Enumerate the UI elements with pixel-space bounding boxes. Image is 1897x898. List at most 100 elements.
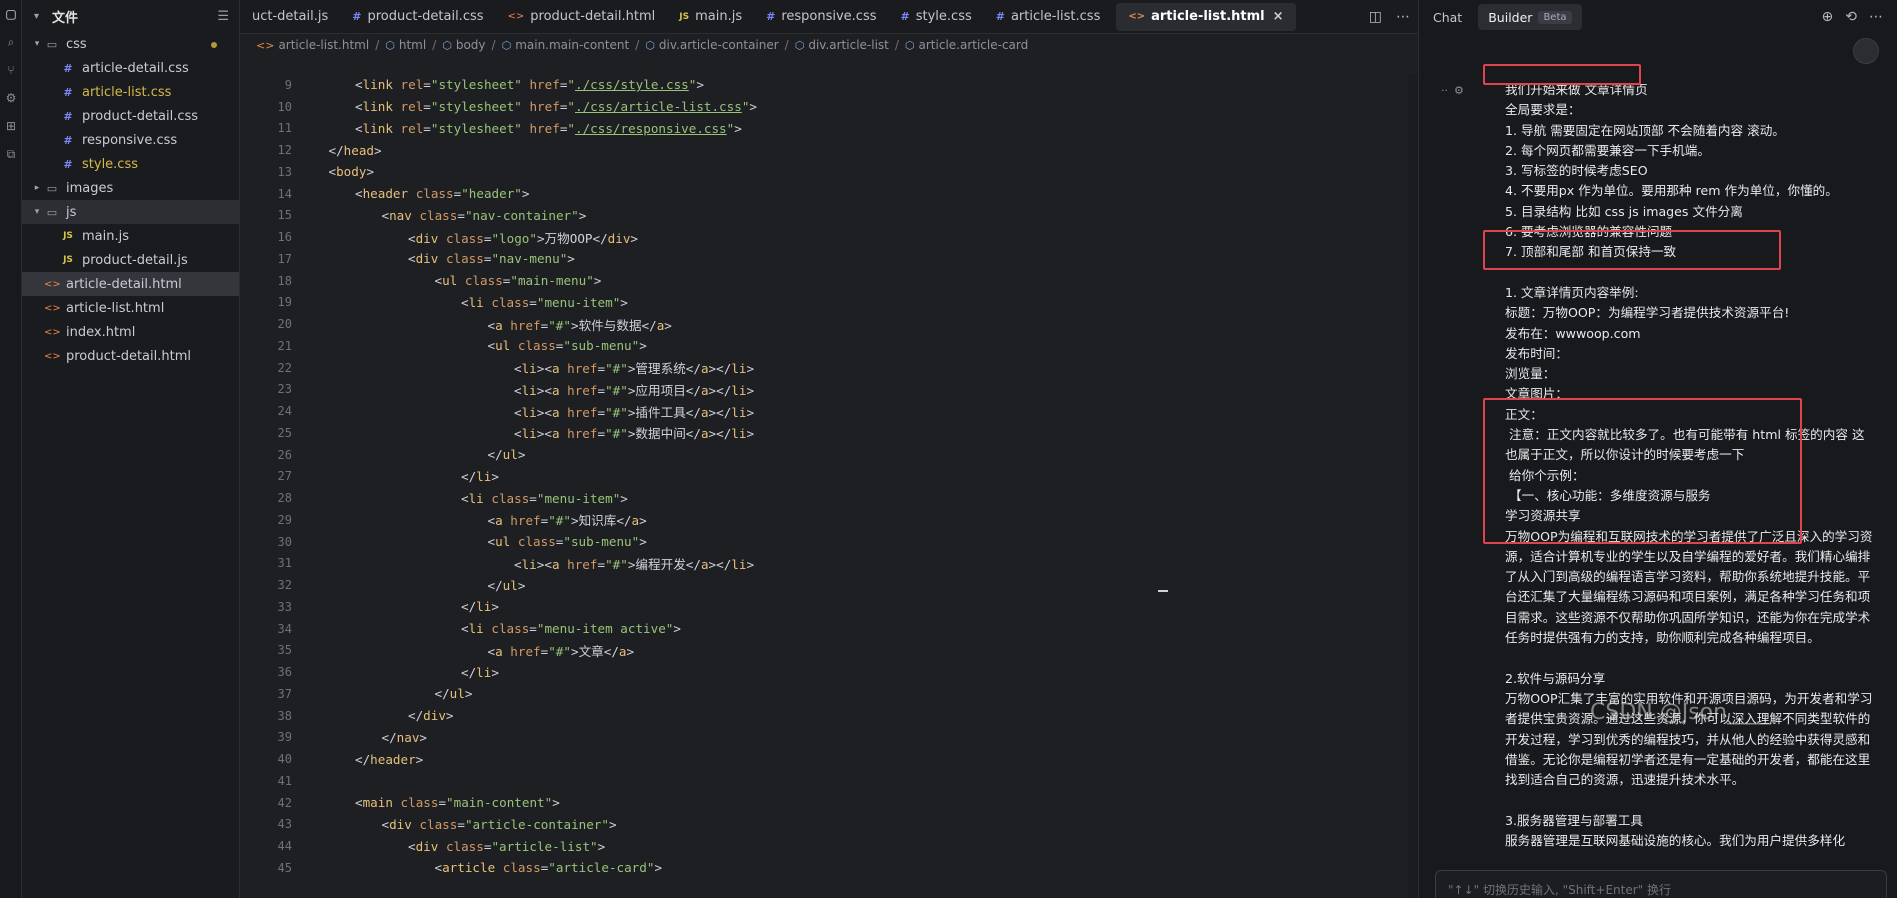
tab-article-list-html[interactable]: <> article-list.html × [1116, 2, 1296, 31]
breadcrumb-item[interactable]: body [456, 38, 486, 52]
code-text: <li><a href="#">管理系统</a></li> [292, 358, 754, 377]
code-text: <li class="menu-item"> [292, 491, 628, 506]
code-token: ul [502, 577, 518, 593]
code-token: href [510, 643, 541, 659]
tree-item-js[interactable]: ▾ ▭ js [22, 200, 239, 224]
code-token: < [328, 164, 337, 180]
code-token: < [355, 99, 363, 115]
code-token: li [521, 361, 537, 377]
breadcrumb-item[interactable]: html [399, 38, 426, 52]
tree-item-product-detail-html[interactable]: <> product-detail.html [22, 344, 239, 368]
code-text: <a href="#">知识库</a> [292, 510, 647, 529]
code-text: <ul class="main-menu"> [292, 273, 602, 289]
search-icon[interactable]: ⌕ [0, 28, 22, 56]
code-text: <li><a href="#">编程开发</a></li> [292, 554, 754, 573]
code-editor[interactable]: 9 <link rel="stylesheet" href="./css/styl… [240, 74, 1418, 898]
breadcrumb-item[interactable]: div.article-list [808, 38, 889, 52]
close-icon[interactable]: × [1273, 9, 1284, 24]
editor-scrollbar[interactable] [1408, 74, 1418, 898]
extensions-icon[interactable]: ⊞ [0, 112, 22, 140]
code-token: href [529, 120, 560, 136]
message-line: 3. 写标签的时候考虑SEO [1505, 163, 1648, 179]
tab-style-css[interactable]: # style.css [889, 0, 984, 34]
code-line: 31 <li><a href="#">编程开发</a></li> [240, 553, 1418, 575]
code-token: a [551, 556, 560, 572]
tree-item-product-detail-css[interactable]: # product-detail.css [22, 104, 239, 128]
code-token: > [491, 664, 499, 680]
code-token: > [570, 513, 579, 529]
chevron-right-icon[interactable]: ▸ [30, 183, 44, 193]
code-line: 24 <li><a href="#">插件工具</a></li> [240, 400, 1418, 422]
source-control-icon[interactable]: ⑂ [0, 56, 22, 84]
tab-product-detail-html[interactable]: <> product-detail.html [496, 0, 668, 34]
js-file-icon: JS [63, 231, 73, 241]
code-text: <nav class="nav-container"> [292, 208, 587, 223]
code-line: 35 <a href="#">文章</a> [240, 640, 1418, 662]
tree-item-images[interactable]: ▸ ▭ images [22, 176, 239, 200]
tree-item-article-detail-html[interactable]: <> article-detail.html [22, 272, 239, 296]
tab-main-js[interactable]: JS main.js [667, 0, 754, 34]
code-token: < [434, 273, 443, 289]
tree-item-article-detail-css[interactable]: # article-detail.css [22, 56, 239, 80]
code-token: = [438, 795, 447, 811]
history-icon[interactable]: ⟲ [1845, 9, 1857, 25]
tree-item-product-detail-js[interactable]: JS product-detail.js [22, 248, 239, 272]
tree-item-article-list-css[interactable]: # article-list.css [22, 80, 239, 104]
code-line: 13 <body> [240, 161, 1418, 183]
code-line: 27 </li> [240, 466, 1418, 488]
code-text: <li class="menu-item active"> [292, 621, 681, 636]
breadcrumb: <> article-list.html / ⬡ html / ⬡ body / ⬡ main.ma… [240, 34, 1418, 56]
code-token: >< [536, 404, 552, 420]
tab-actions: ◫ ⋯ [1369, 0, 1410, 34]
tree-item-main-js[interactable]: JS main.js [22, 224, 239, 248]
code-token: div [415, 838, 439, 854]
code-text: <a href="#">软件与数据</a> [292, 315, 672, 334]
code-token: >< [536, 382, 552, 398]
tab-product-detail-css[interactable]: # product-detail.css [340, 0, 495, 34]
html-file-icon: <> [507, 11, 525, 22]
chat-input[interactable]: "↑↓" 切换历史输入, "Shift+Enter" 换行 [1435, 870, 1887, 898]
chevron-down-icon[interactable]: ▾ [30, 39, 44, 49]
tree-item-css[interactable]: ▾ ▭ css [22, 32, 239, 56]
chevron-down-icon[interactable]: ▾ [34, 11, 48, 22]
code-token: </ [487, 577, 503, 593]
code-line: 14 <header class="header"> [240, 183, 1418, 205]
new-chat-icon[interactable]: ⊕ [1822, 9, 1834, 25]
explorer-icon[interactable]: ▢ [0, 0, 22, 28]
tree-item-article-list-html[interactable]: <> article-list.html [22, 296, 239, 320]
code-text: <header class="header"> [292, 186, 529, 201]
more-icon[interactable]: ⋯ [1869, 9, 1883, 25]
tree-item-index-html[interactable]: <> index.html [22, 320, 239, 344]
breadcrumb-item[interactable]: article.article-card [919, 38, 1029, 52]
breadcrumb-item[interactable]: main.main-content [515, 38, 629, 52]
tree-item-style-css[interactable]: # style.css [22, 152, 239, 176]
chevron-down-icon[interactable]: ▾ [30, 207, 44, 217]
collapse-all-icon[interactable]: ☰ [217, 9, 229, 24]
explorer-header[interactable]: ▾ 文件 ☰ [22, 0, 239, 32]
explorer-title: 文件 [52, 10, 79, 26]
tab-article-list-css[interactable]: # article-list.css [984, 0, 1113, 34]
tab-builder[interactable]: Builder Beta [1478, 4, 1582, 30]
code-line: 23 <li><a href="#">应用项目</a></li> [240, 379, 1418, 401]
watermark: CSDN @Json____ [1590, 700, 1772, 725]
code-token: < [381, 816, 390, 832]
remote-icon[interactable]: ⧉ [0, 140, 22, 168]
split-editor-icon[interactable]: ◫ [1369, 9, 1382, 25]
tree-item-responsive-css[interactable]: # responsive.css [22, 128, 239, 152]
more-icon[interactable]: ⋯ [1396, 9, 1410, 25]
editor-area: uct-detail.js # product-detail.css <> produc… [240, 0, 1418, 898]
cursor-marker [1158, 590, 1168, 592]
tab-chat[interactable]: Chat [1433, 4, 1462, 30]
code-token: = [597, 382, 606, 398]
file-explorer: ▾ 文件 ☰ ▾ ▭ css # article-detail.css # article-… [22, 0, 240, 898]
tab-responsive-css[interactable]: # responsive.css [754, 0, 888, 34]
code-token: li [731, 556, 747, 572]
tab-uct-detail-js[interactable]: uct-detail.js [240, 0, 340, 34]
code-token: >< [536, 556, 552, 572]
code-token: > [620, 294, 628, 310]
debug-icon[interactable]: ⚙ [0, 84, 22, 112]
breadcrumb-item[interactable]: div.article-container [659, 38, 779, 52]
code-token: li [476, 599, 492, 615]
breadcrumb-item[interactable]: article-list.html [278, 38, 369, 52]
code-token: div [415, 251, 439, 267]
